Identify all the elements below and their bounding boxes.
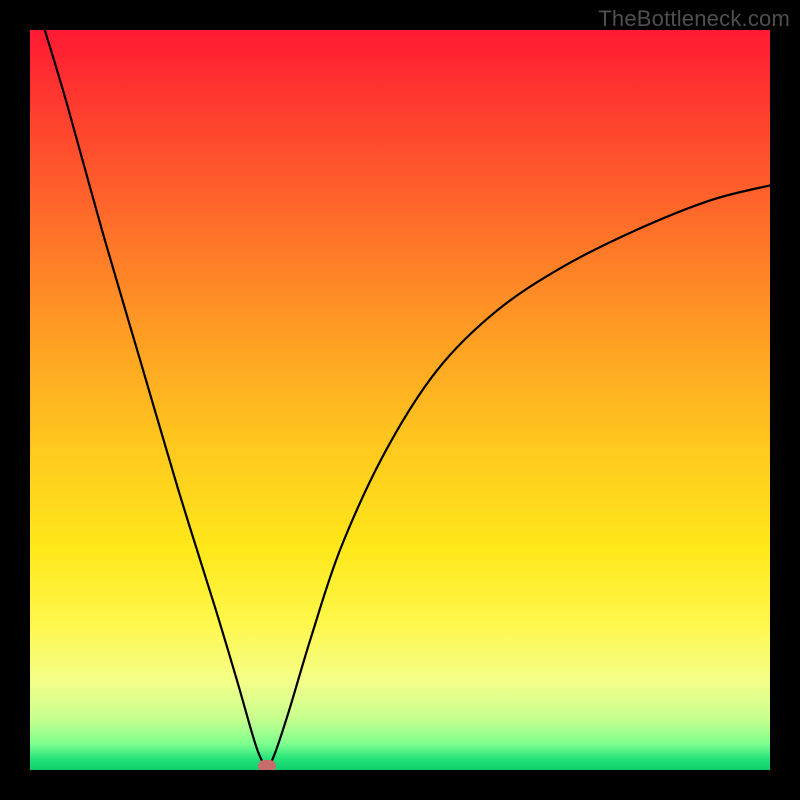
chart-frame: TheBottleneck.com [0,0,800,800]
plot-area [30,30,770,770]
bottleneck-curve [30,30,770,770]
optimal-point-marker [258,760,276,770]
watermark-text: TheBottleneck.com [598,6,790,32]
